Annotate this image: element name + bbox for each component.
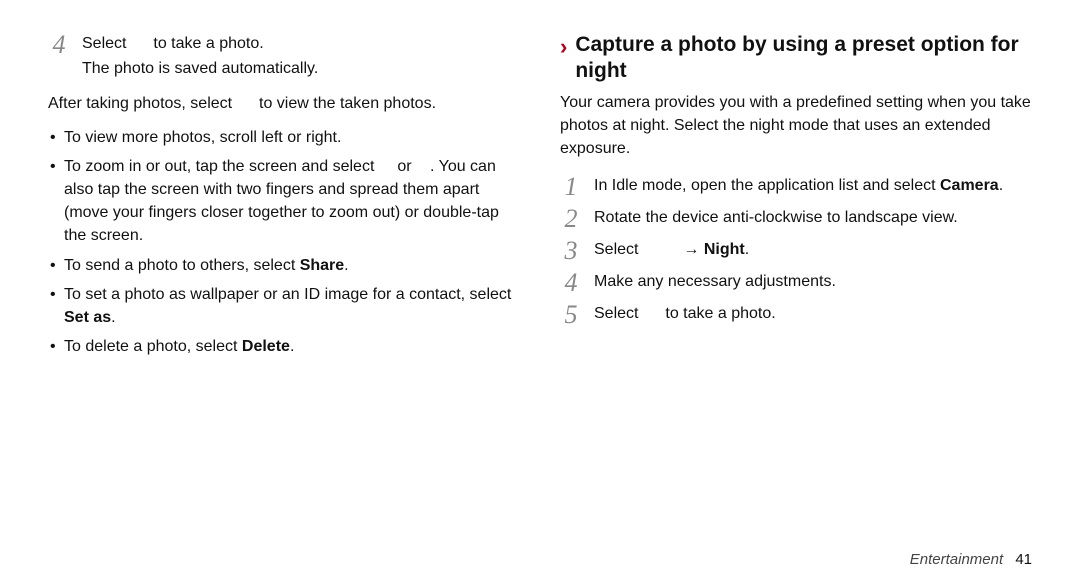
chevron-right-icon: › (560, 32, 567, 60)
step-number: 5 (560, 302, 582, 328)
text: Select (82, 35, 126, 52)
step-4-line2: The photo is saved automatically. (82, 57, 520, 80)
step-content: Select to take a photo. (594, 302, 1032, 328)
step-4-line1: Select to take a photo. (82, 32, 520, 55)
section-heading-row: › Capture a photo by using a preset opti… (560, 32, 1032, 85)
setas-label: Set as (64, 309, 111, 326)
step-1-item: 1 In Idle mode, open the application lis… (560, 174, 1032, 200)
night-label: Night (704, 241, 745, 258)
bullet-list: To view more photos, scroll left or righ… (48, 126, 520, 359)
bullet-item: To view more photos, scroll left or righ… (48, 126, 520, 149)
text: or (397, 158, 411, 175)
step-number: 1 (560, 174, 582, 200)
bullet-item: To zoom in or out, tap the screen and se… (48, 155, 520, 248)
step-4-item: 4 Make any necessary adjustments. (560, 270, 1032, 296)
text: . (999, 177, 1003, 194)
step-4-item: 4 Select to take a photo. The photo is s… (48, 32, 520, 82)
step-number: 3 (560, 238, 582, 264)
text: To delete a photo, select (64, 338, 242, 355)
step-number: 4 (560, 270, 582, 296)
text: Select (594, 305, 638, 322)
text: . (290, 338, 294, 355)
left-column: 4 Select to take a photo. The photo is s… (48, 32, 520, 562)
text: . (745, 241, 749, 258)
text: After taking photos, select (48, 95, 232, 112)
step-5-item: 5 Select to take a photo. (560, 302, 1032, 328)
text: To set a photo as wallpaper or an ID ima… (64, 286, 511, 303)
text: In Idle mode, open the application list … (594, 177, 940, 194)
arrow-icon: → (683, 241, 699, 258)
step-2-item: 2 Rotate the device anti-clockwise to la… (560, 206, 1032, 232)
delete-label: Delete (242, 338, 290, 355)
bullet-item: To set a photo as wallpaper or an ID ima… (48, 283, 520, 329)
step-content: Rotate the device anti-clockwise to land… (594, 206, 1032, 232)
text: Select (594, 241, 638, 258)
page-footer: Entertainment 41 (910, 551, 1032, 568)
step-number: 2 (560, 206, 582, 232)
text: To zoom in or out, tap the screen and se… (64, 158, 374, 175)
text: . (344, 257, 348, 274)
step-content: Make any necessary adjustments. (594, 270, 1032, 296)
step-content: Select to take a photo. The photo is sav… (82, 32, 520, 82)
bullet-item: To delete a photo, select Delete. (48, 335, 520, 358)
right-column: › Capture a photo by using a preset opti… (560, 32, 1032, 562)
text: to take a photo. (153, 35, 263, 52)
text: . (111, 309, 115, 326)
camera-label: Camera (940, 177, 999, 194)
footer-page-number: 41 (1015, 551, 1032, 568)
step-number: 4 (48, 32, 70, 82)
bullet-item: To send a photo to others, select Share. (48, 254, 520, 277)
footer-section: Entertainment (910, 551, 1003, 568)
text: to take a photo. (665, 305, 775, 322)
step-content: Select → Night. (594, 238, 1032, 264)
share-label: Share (300, 257, 344, 274)
page-container: 4 Select to take a photo. The photo is s… (48, 32, 1032, 562)
text: to view the taken photos. (259, 95, 436, 112)
step-content: In Idle mode, open the application list … (594, 174, 1032, 200)
section-intro: Your camera provides you with a predefin… (560, 91, 1032, 161)
after-para: After taking photos, select to view the … (48, 92, 520, 115)
text: To send a photo to others, select (64, 257, 300, 274)
step-3-item: 3 Select → Night. (560, 238, 1032, 264)
section-heading: Capture a photo by using a preset option… (575, 32, 1032, 85)
